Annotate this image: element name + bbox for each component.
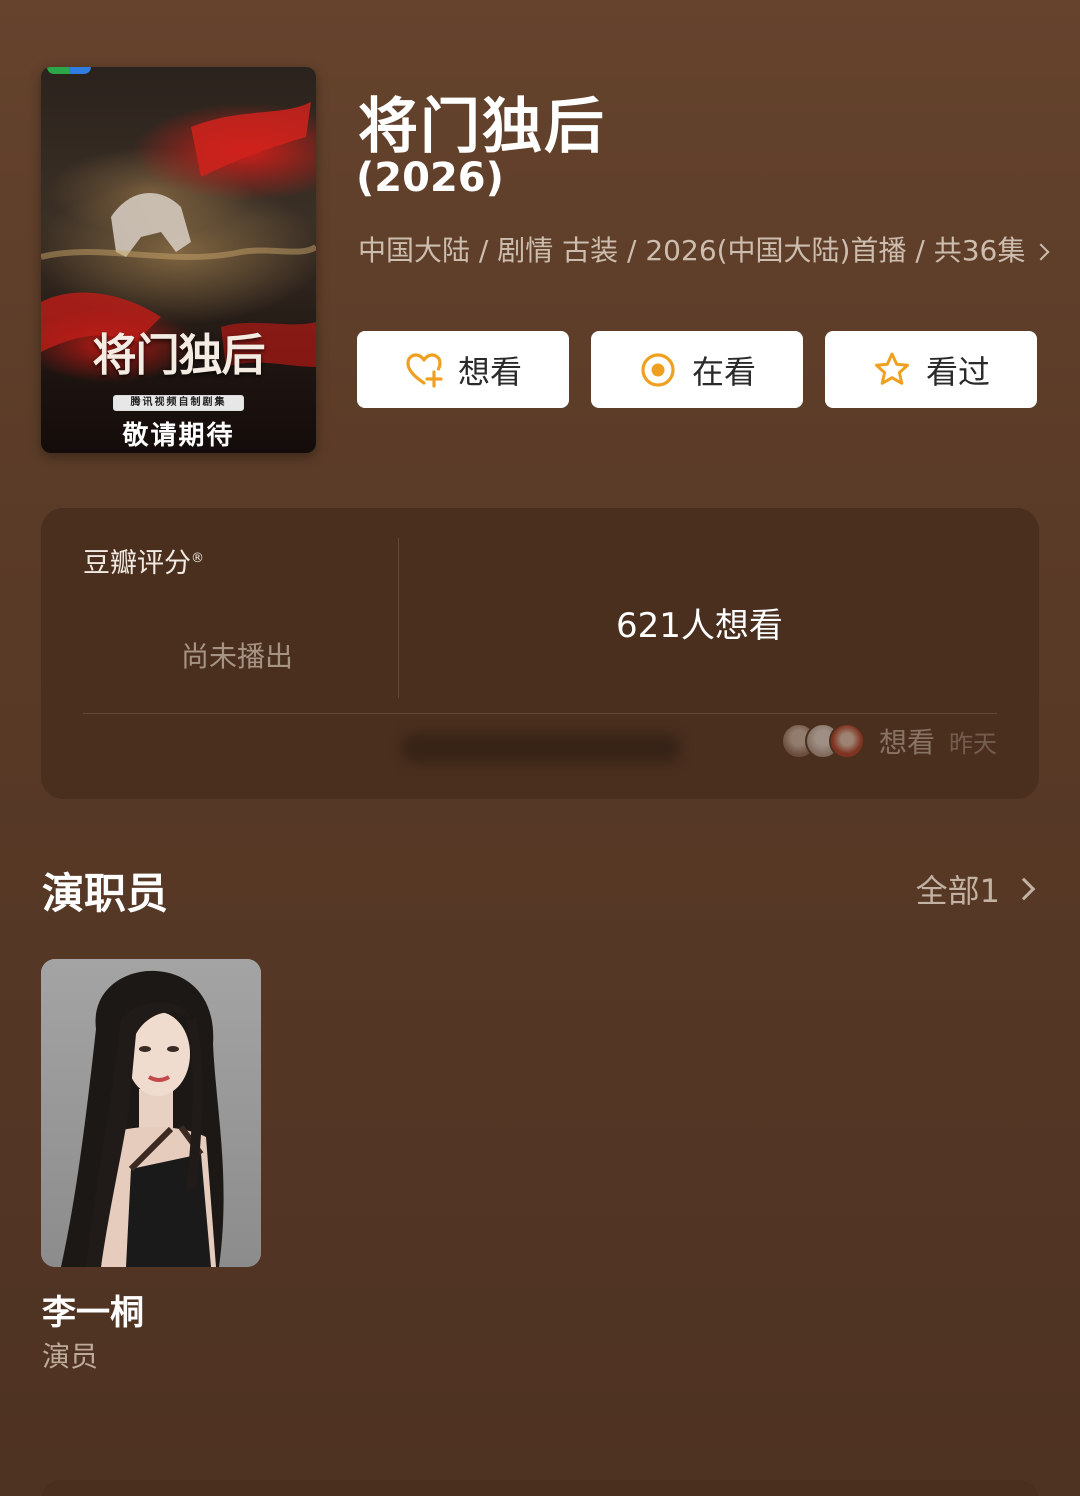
actor-name[interactable]: 李一桐 <box>42 1285 144 1334</box>
want-to-watch-label: 想看 <box>457 352 522 391</box>
want-count: 621人想看 <box>616 606 783 646</box>
rating-card[interactable]: 豆瓣评分® 尚未播出 621人想看 想看 昨天 <box>41 508 1039 799</box>
avatar-stack <box>780 723 865 759</box>
cast-heading: 演职员 <box>42 869 169 918</box>
poster-tag: 腾讯视频自制剧集 <box>113 395 244 411</box>
activity-text: 想看 <box>878 726 935 759</box>
rating-status: 尚未播出 <box>181 640 294 673</box>
show-year: (2026) <box>356 155 504 201</box>
movie-detail-page: 将门独后 腾讯视频自制剧集 敬请期待 将门独后 (2026) 中国大陆 / 剧情… <box>0 0 1080 1496</box>
show-meta-text: 中国大陆 / 剧情 古装 / 2026(中国大陆)首播 / 共36集 <box>358 234 1026 267</box>
cast-view-all-link[interactable]: 全部1 <box>915 866 1036 912</box>
douban-rating-text: 豆瓣评分 <box>83 548 191 579</box>
activity-time: 昨天 <box>949 729 997 758</box>
registered-mark: ® <box>191 551 204 566</box>
blurred-activity-text <box>401 733 681 763</box>
actor-role: 演员 <box>42 1340 99 1373</box>
recent-activity[interactable]: 想看 昨天 <box>780 716 997 766</box>
watching-button[interactable]: 在看 <box>591 331 803 408</box>
show-title: 将门独后 <box>358 92 606 162</box>
watching-label: 在看 <box>691 352 756 391</box>
poster-title-text: 将门独后 <box>92 330 266 381</box>
next-section-card <box>41 1480 1039 1496</box>
target-circle-icon <box>641 352 675 387</box>
actor-photo[interactable] <box>41 959 261 1267</box>
want-to-watch-button[interactable]: 想看 <box>357 331 569 408</box>
poster-subtitle: 敬请期待 <box>122 421 235 451</box>
vertical-divider <box>398 538 399 698</box>
action-buttons: 想看 在看 看过 <box>357 331 1037 408</box>
watched-label: 看过 <box>925 352 990 391</box>
avatar <box>828 723 865 759</box>
douban-rating-label: 豆瓣评分® <box>83 541 204 580</box>
chevron-right-icon <box>1012 877 1036 901</box>
show-meta-link[interactable]: 中国大陆 / 剧情 古装 / 2026(中国大陆)首播 / 共36集 <box>358 230 1050 272</box>
poster-image[interactable]: 将门独后 腾讯视频自制剧集 敬请期待 <box>41 67 316 453</box>
chevron-right-icon <box>1032 243 1050 261</box>
horizontal-divider <box>83 713 997 714</box>
watched-button[interactable]: 看过 <box>825 331 1037 408</box>
actor-portrait-image <box>41 959 261 1267</box>
cast-all-label: 全部1 <box>915 872 1000 910</box>
heart-plus-icon <box>406 352 443 388</box>
star-outline-icon <box>874 352 909 385</box>
